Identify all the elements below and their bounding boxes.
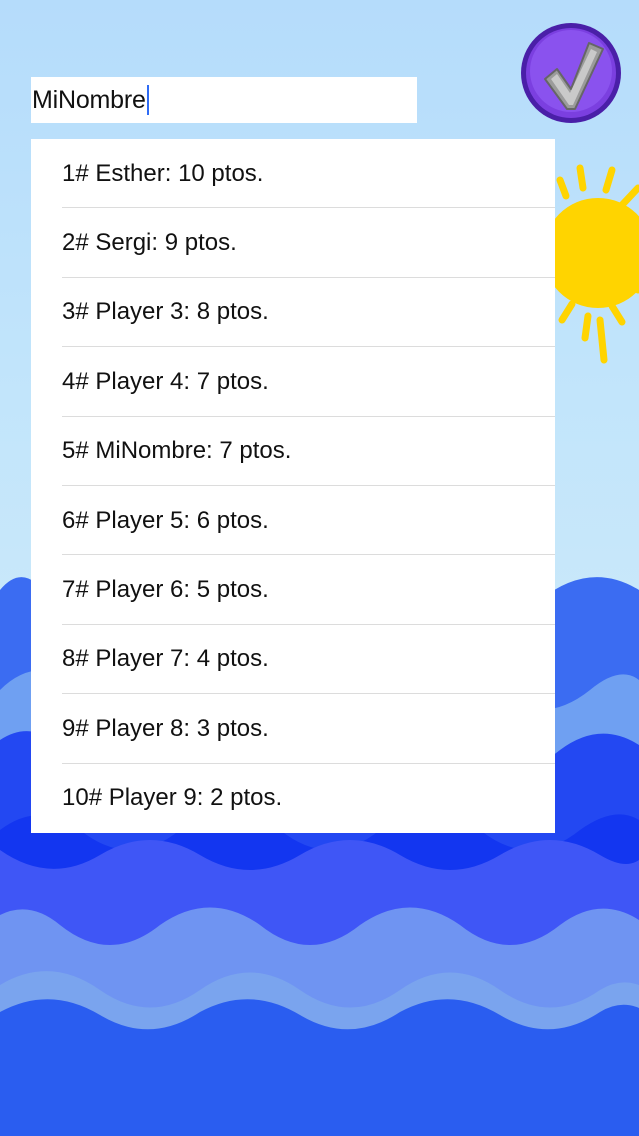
- score-row[interactable]: 9# Player 8: 3 ptos.: [31, 694, 555, 764]
- score-text: 2# Sergi: 9 ptos.: [62, 229, 237, 257]
- score-row[interactable]: 1# Esther: 10 ptos.: [31, 139, 555, 209]
- score-row[interactable]: 10# Player 9: 2 ptos.: [31, 764, 555, 833]
- score-row[interactable]: 3# Player 3: 8 ptos.: [31, 278, 555, 348]
- score-text: 7# Player 6: 5 ptos.: [62, 576, 269, 604]
- score-text: 1# Esther: 10 ptos.: [62, 159, 264, 187]
- score-text: 9# Player 8: 3 ptos.: [62, 714, 269, 742]
- score-row[interactable]: 7# Player 6: 5 ptos.: [31, 555, 555, 626]
- name-input-value: MiNombre: [32, 85, 146, 114]
- score-text: 8# Player 7: 4 ptos.: [62, 645, 269, 673]
- text-caret: [146, 85, 149, 115]
- score-text: 5# MiNombre: 7 ptos.: [62, 437, 292, 465]
- score-text: 3# Player 3: 8 ptos.: [62, 298, 269, 326]
- score-row[interactable]: 5# MiNombre: 7 ptos.: [31, 417, 555, 487]
- score-text: 10# Player 9: 2 ptos.: [62, 784, 283, 812]
- checkmark-icon: [521, 23, 621, 123]
- confirm-button[interactable]: [519, 21, 623, 125]
- score-text: 4# Player 4: 7 ptos.: [62, 367, 269, 395]
- sun-icon: [543, 164, 639, 364]
- high-score-list: 1# Esther: 10 ptos. 2# Sergi: 9 ptos. 3#…: [31, 139, 555, 833]
- score-row[interactable]: 8# Player 7: 4 ptos.: [31, 625, 555, 695]
- score-row[interactable]: 4# Player 4: 7 ptos.: [31, 347, 555, 417]
- score-row[interactable]: 2# Sergi: 9 ptos.: [31, 208, 555, 279]
- name-input[interactable]: MiNombre: [31, 77, 417, 123]
- score-row[interactable]: 6# Player 5: 6 ptos.: [31, 486, 555, 556]
- score-text: 6# Player 5: 6 ptos.: [62, 506, 269, 534]
